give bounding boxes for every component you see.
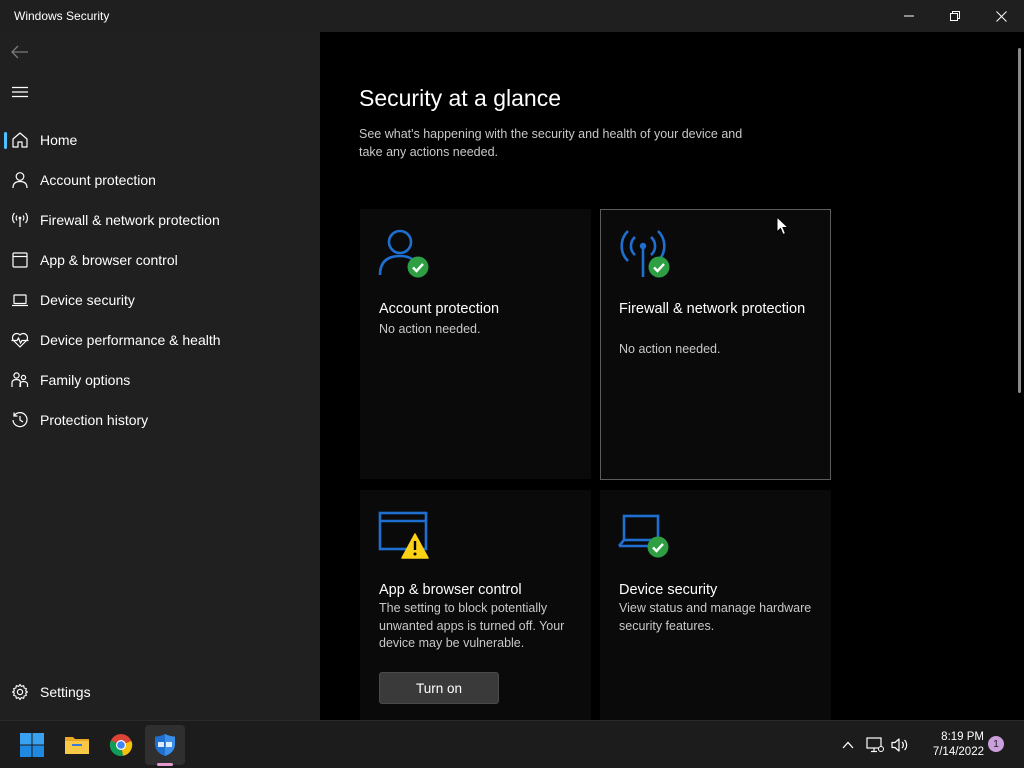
minimize-icon	[904, 15, 914, 17]
minimize-button[interactable]	[886, 0, 932, 32]
check-icon	[647, 536, 669, 558]
sidebar-item-label: Family options	[40, 372, 131, 388]
sidebar-item-home[interactable]: Home	[0, 122, 320, 158]
clock-date: 7/14/2022	[932, 746, 984, 758]
page-title: Security at a glance	[359, 85, 562, 111]
active-app-indicator	[157, 763, 173, 766]
sidebar-item-label: Firewall & network protection	[40, 212, 220, 228]
laptop-icon	[12, 294, 28, 307]
notification-badge[interactable]: 1	[988, 736, 1004, 752]
card-title: Firewall & network protection	[619, 301, 806, 317]
close-icon	[995, 10, 1007, 22]
card-app-browser-control[interactable]: App & browser control The setting to blo…	[360, 490, 591, 720]
page-description: See what's happening with the security a…	[359, 127, 743, 159]
back-button[interactable]	[8, 40, 32, 64]
card-title: Device security	[619, 582, 718, 598]
show-hidden-icons-button[interactable]	[838, 735, 858, 755]
gear-icon	[11, 683, 29, 701]
card-firewall-network-protection[interactable]: Firewall & network protection No action …	[600, 209, 831, 480]
card-status: The setting to block potentially unwante…	[379, 601, 565, 650]
card-status: View status and manage hardware security…	[619, 601, 812, 633]
scrollbar-thumb[interactable]	[1018, 48, 1021, 393]
family-icon	[11, 372, 29, 387]
card-status: No action needed.	[379, 322, 481, 336]
restore-button[interactable]	[932, 0, 978, 32]
sidebar-item-device-performance[interactable]: Device performance & health	[0, 322, 320, 358]
taskbar: 8:19 PM 7/14/2022 1	[0, 720, 1024, 768]
sidebar-item-label: Account protection	[40, 172, 156, 188]
turn-on-button[interactable]: Turn on	[379, 672, 499, 704]
sidebar-item-protection-history[interactable]: Protection history	[0, 402, 320, 438]
windows-security-icon	[155, 734, 175, 756]
check-icon	[407, 256, 429, 278]
card-title: App & browser control	[379, 582, 522, 598]
chrome-button[interactable]	[101, 725, 141, 765]
sidebar-item-account-protection[interactable]: Account protection	[0, 162, 320, 198]
home-icon	[12, 132, 28, 148]
sidebar-item-label: App & browser control	[40, 252, 178, 268]
network-icon	[866, 737, 884, 753]
sidebar-item-settings[interactable]: Settings	[0, 674, 320, 710]
hamburger-menu-icon	[12, 86, 28, 98]
card-account-protection[interactable]: Account protection No action needed.	[360, 209, 591, 479]
windows-start-icon	[20, 733, 44, 757]
antenna-icon	[620, 230, 670, 278]
volume-icon	[891, 738, 908, 752]
chevron-up-icon	[842, 741, 854, 749]
restore-icon	[950, 11, 960, 21]
card-status: No action needed.	[619, 342, 721, 356]
hamburger-menu-button[interactable]	[8, 80, 32, 104]
warning-icon	[401, 533, 429, 559]
file-explorer-icon	[65, 737, 89, 754]
chrome-icon	[109, 734, 133, 757]
close-button[interactable]	[978, 0, 1024, 32]
antenna-icon	[12, 212, 28, 227]
clock-time: 8:19 PM	[941, 731, 984, 743]
sidebar-item-label: Protection history	[40, 412, 149, 428]
sidebar-item-label: Settings	[40, 684, 91, 700]
mouse-cursor-icon	[776, 216, 790, 236]
main-content: Security at a glance See what's happenin…	[320, 32, 1024, 720]
active-indicator	[4, 132, 7, 149]
sidebar: Home Account protection Firewall & netwo…	[0, 32, 320, 720]
heart-pulse-icon	[11, 332, 29, 348]
title-bar: Windows Security	[0, 0, 1024, 32]
volume-button[interactable]	[890, 735, 910, 755]
sidebar-item-label: Device security	[40, 292, 135, 308]
sidebar-item-label: Device performance & health	[40, 332, 221, 348]
back-arrow-icon	[11, 45, 28, 59]
sidebar-item-label: Home	[40, 132, 78, 148]
start-button[interactable]	[12, 725, 52, 765]
sidebar-item-firewall[interactable]: Firewall & network protection	[0, 202, 320, 238]
laptop-icon	[618, 514, 669, 558]
taskbar-clock[interactable]: 8:19 PM 7/14/2022	[916, 730, 984, 760]
browser-window-icon	[12, 252, 28, 268]
network-button[interactable]	[865, 735, 885, 755]
card-device-security[interactable]: Device security View status and manage h…	[600, 490, 831, 720]
person-icon	[378, 229, 429, 278]
check-icon	[648, 256, 670, 278]
browser-window-icon	[378, 511, 429, 559]
sidebar-item-app-browser-control[interactable]: App & browser control	[0, 242, 320, 278]
person-icon	[12, 172, 28, 189]
history-icon	[12, 412, 28, 428]
card-title: Account protection	[379, 301, 500, 317]
sidebar-item-family-options[interactable]: Family options	[0, 362, 320, 398]
sidebar-item-device-security[interactable]: Device security	[0, 282, 320, 318]
windows-security-taskbar-button[interactable]	[145, 725, 185, 765]
window-title: Windows Security	[14, 9, 110, 23]
file-explorer-button[interactable]	[57, 725, 97, 765]
